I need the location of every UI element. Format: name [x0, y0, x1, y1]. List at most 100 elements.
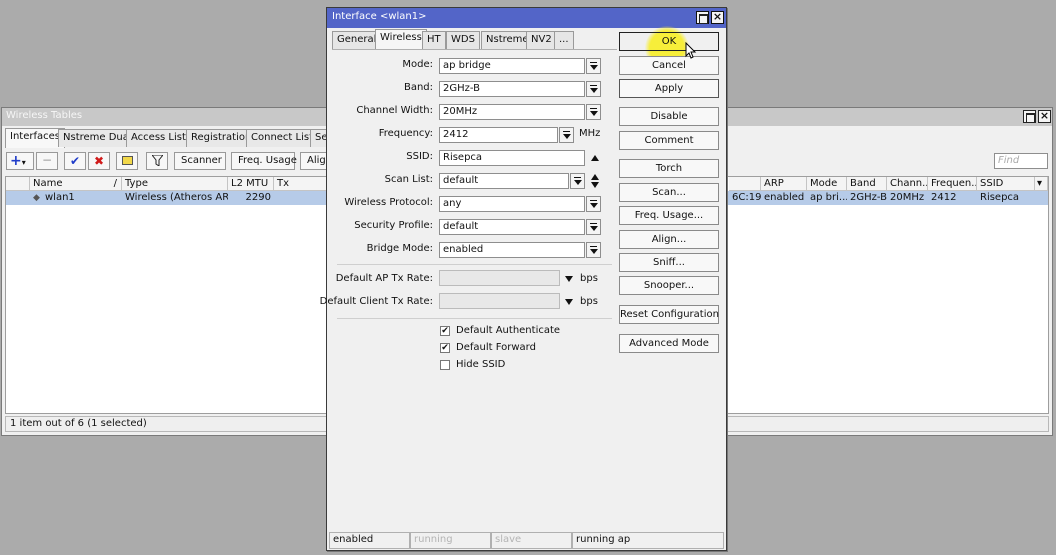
- bridge-mode-label: Bridge Mode:: [366, 243, 433, 254]
- apply-button[interactable]: Apply: [619, 79, 719, 98]
- disable-x-icon[interactable]: ✖: [88, 152, 110, 170]
- security-profile-dropdown-icon[interactable]: [586, 219, 601, 235]
- row-ssid: Risepca: [980, 192, 1020, 203]
- enable-check-icon[interactable]: ✔: [64, 152, 86, 170]
- default-client-tx-rate-input[interactable]: [439, 293, 560, 309]
- row-name: wlan1: [45, 192, 75, 203]
- default-forward-label: Default Forward: [456, 342, 536, 353]
- band-dropdown-icon[interactable]: [586, 81, 601, 97]
- close-icon[interactable]: ×: [1038, 110, 1051, 123]
- channel-width-dropdown-icon[interactable]: [586, 104, 601, 120]
- mode-label: Mode:: [402, 59, 433, 70]
- tab-wds[interactable]: WDS: [446, 31, 480, 49]
- column-header-ssid[interactable]: SSID: [977, 177, 1035, 191]
- scan-list-label: Scan List:: [384, 174, 433, 185]
- freq-usage-button[interactable]: Freq. Usage: [231, 152, 297, 170]
- default-authenticate-checkbox[interactable]: ✔: [440, 326, 450, 336]
- frequency-dropdown-icon[interactable]: [559, 127, 574, 143]
- scan-list-dropdown-icon[interactable]: [570, 173, 585, 189]
- default-ap-tx-rate-expand-icon[interactable]: [565, 276, 573, 282]
- bridge-mode-dropdown-icon[interactable]: [586, 242, 601, 258]
- status-slave: slave: [491, 532, 572, 549]
- status-enabled: enabled: [329, 532, 410, 549]
- security-profile-select[interactable]: default: [439, 219, 585, 235]
- default-ap-tx-rate-input[interactable]: [439, 270, 560, 286]
- hide-ssid-checkbox[interactable]: [440, 360, 450, 370]
- tab-wireless[interactable]: Wireless: [375, 29, 427, 50]
- filter-icon[interactable]: [146, 152, 168, 170]
- row-l2mtu: 2290: [245, 192, 271, 203]
- advanced-mode-button[interactable]: Advanced Mode: [619, 334, 719, 353]
- default-ap-tx-rate-unit: bps: [580, 273, 598, 284]
- frequency-unit: MHz: [579, 128, 601, 139]
- mode-select[interactable]: ap bridge: [439, 58, 585, 74]
- remove-icon[interactable]: −: [36, 152, 58, 170]
- bridge-mode-select[interactable]: enabled: [439, 242, 585, 258]
- wireless-interface-icon: ◆: [33, 193, 40, 203]
- hide-ssid-label: Hide SSID: [456, 359, 506, 370]
- default-client-tx-rate-expand-icon[interactable]: [565, 299, 573, 305]
- row-band: 2GHz-B: [850, 192, 887, 203]
- row-type: Wireless (Atheros AR9...: [125, 192, 228, 203]
- maximize-icon[interactable]: [696, 11, 709, 24]
- column-header-l2mtu[interactable]: L2 MTU: [228, 177, 274, 191]
- mouse-pointer-icon: [685, 42, 697, 59]
- interface-dialog: Interface <wlan1> × General Wireless HT …: [320, 7, 727, 551]
- band-select[interactable]: 2GHz-B: [439, 81, 585, 97]
- tab-interfaces[interactable]: Interfaces: [5, 128, 65, 148]
- column-header-type[interactable]: Type: [122, 177, 228, 191]
- default-ap-tx-rate-label: Default AP Tx Rate:: [335, 273, 433, 284]
- row-arp: enabled: [764, 192, 805, 203]
- align-button[interactable]: Align...: [619, 230, 719, 249]
- band-label: Band:: [403, 82, 433, 93]
- column-header-band[interactable]: Band: [847, 177, 887, 191]
- column-header-frequency[interactable]: Frequen...: [928, 177, 977, 191]
- tab-general[interactable]: General: [332, 31, 382, 49]
- columns-menu-icon[interactable]: ▾: [1035, 177, 1048, 191]
- torch-button[interactable]: Torch: [619, 159, 719, 178]
- wireless-protocol-dropdown-icon[interactable]: [586, 196, 601, 212]
- close-icon[interactable]: ×: [711, 11, 724, 24]
- sniff-button[interactable]: Sniff...: [619, 253, 719, 272]
- scanner-button[interactable]: Scanner: [174, 152, 226, 170]
- ok-button[interactable]: OK: [619, 32, 719, 51]
- column-header-mode[interactable]: Mode: [807, 177, 847, 191]
- mode-dropdown-icon[interactable]: [586, 58, 601, 74]
- wireless-protocol-label: Wireless Protocol:: [344, 197, 433, 208]
- freq-usage-button[interactable]: Freq. Usage...: [619, 206, 719, 225]
- column-header-name[interactable]: Name /: [30, 177, 122, 191]
- tab-nv2[interactable]: NV2: [526, 31, 557, 49]
- dialog-status-bar: enabled running slave running ap: [329, 532, 724, 549]
- wireless-tab-panel: Mode: ap bridge Band: 2GHz-B Channel Wid…: [320, 49, 617, 527]
- comment-button[interactable]: Comment: [619, 131, 719, 150]
- tab-nstreme-dual[interactable]: Nstreme Dual: [58, 129, 137, 147]
- default-client-tx-rate-unit: bps: [580, 296, 598, 307]
- default-forward-checkbox[interactable]: ✔: [440, 343, 450, 353]
- tab-ht[interactable]: HT: [422, 31, 446, 49]
- column-header-arp[interactable]: ARP: [761, 177, 807, 191]
- disable-button[interactable]: Disable: [619, 107, 719, 126]
- scan-list-add-icon[interactable]: [591, 174, 599, 180]
- add-icon[interactable]: +▾: [6, 152, 34, 170]
- ssid-input[interactable]: Risepca: [439, 150, 585, 166]
- find-input[interactable]: Find: [994, 153, 1048, 169]
- frequency-label: Frequency:: [378, 128, 433, 139]
- ssid-collapse-icon[interactable]: [591, 155, 599, 161]
- maximize-icon[interactable]: [1023, 110, 1036, 123]
- comment-icon[interactable]: [116, 152, 138, 170]
- column-header-channel[interactable]: Chann...: [887, 177, 928, 191]
- scan-list-select[interactable]: default: [439, 173, 569, 189]
- scan-button[interactable]: Scan...: [619, 183, 719, 202]
- column-header-mac[interactable]: [729, 177, 761, 191]
- security-profile-label: Security Profile:: [354, 220, 433, 231]
- reset-configuration-button[interactable]: Reset Configuration: [619, 305, 719, 324]
- wireless-protocol-select[interactable]: any: [439, 196, 585, 212]
- channel-width-select[interactable]: 20MHz: [439, 104, 585, 120]
- frequency-select[interactable]: 2412: [439, 127, 558, 143]
- tab-access-list[interactable]: Access List: [126, 129, 191, 147]
- scan-list-remove-icon[interactable]: [591, 182, 599, 188]
- snooper-button[interactable]: Snooper...: [619, 276, 719, 295]
- cancel-button[interactable]: Cancel: [619, 56, 719, 75]
- status-running: running: [410, 532, 491, 549]
- tab-more[interactable]: ...: [554, 31, 574, 49]
